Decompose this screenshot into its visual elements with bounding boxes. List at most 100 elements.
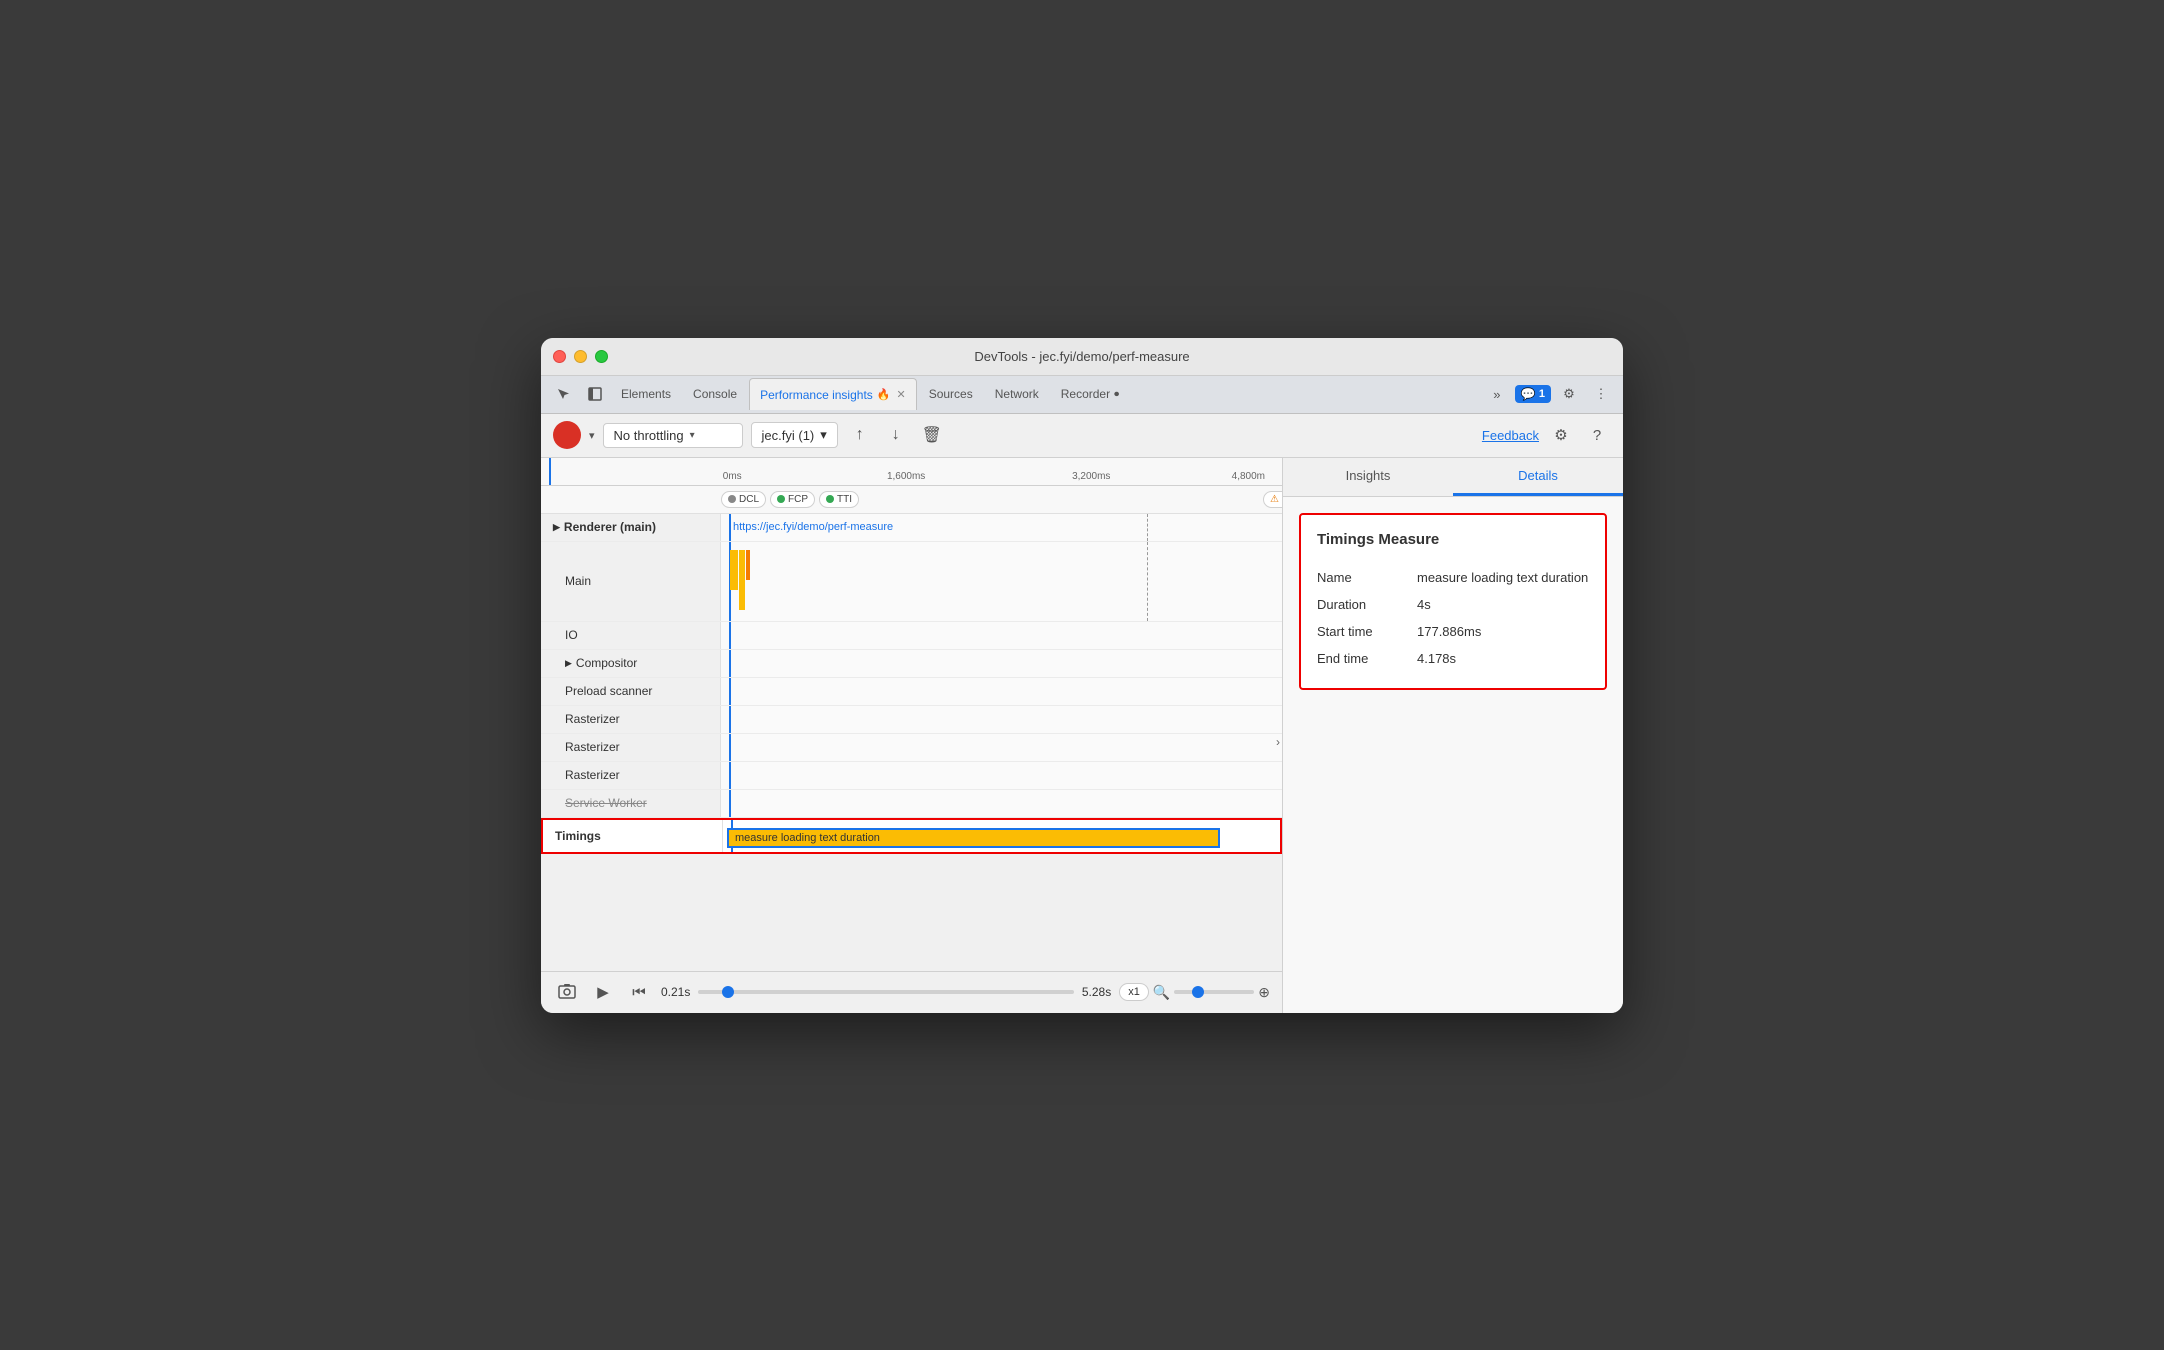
url-select[interactable]: jec.fyi (1) ▾ bbox=[751, 422, 838, 448]
detail-row-end-time: End time 4.178s bbox=[1317, 645, 1589, 672]
track-content-rasterizer-2 bbox=[721, 734, 1282, 761]
v-playhead bbox=[729, 514, 731, 541]
toolbar: ▾ No throttling ▾ jec.fyi (1) ▾ ↑ ↓ 🗑 Fe… bbox=[541, 414, 1623, 458]
track-content-preload bbox=[721, 678, 1282, 705]
compositor-expand-icon[interactable]: ▶ bbox=[565, 658, 572, 669]
track-row-rasterizer-2: Rasterizer bbox=[541, 734, 1282, 762]
zoom-slider[interactable] bbox=[1174, 990, 1254, 994]
track-label-compositor: ▶ Compositor bbox=[541, 650, 721, 677]
track-row-compositor: ▶ Compositor bbox=[541, 650, 1282, 678]
playhead bbox=[549, 458, 551, 485]
v-dashed-main bbox=[1147, 542, 1148, 621]
record-dropdown-arrow[interactable]: ▾ bbox=[589, 429, 595, 442]
window-title: DevTools - jec.fyi/demo/perf-measure bbox=[974, 349, 1189, 364]
chat-badge[interactable]: 💬 1 bbox=[1515, 385, 1551, 403]
detail-title: Timings Measure bbox=[1317, 531, 1589, 548]
track-row-rasterizer-3: Rasterizer bbox=[541, 762, 1282, 790]
track-content-renderer: https://jec.fyi/demo/perf-measure bbox=[721, 514, 1282, 541]
tab-console[interactable]: Console bbox=[683, 378, 747, 410]
help-icon[interactable]: ? bbox=[1583, 421, 1611, 449]
tab-sources[interactable]: Sources bbox=[919, 378, 983, 410]
fcp-dot bbox=[777, 495, 785, 503]
screenshot-icon[interactable] bbox=[553, 978, 581, 1006]
track-content-service-worker bbox=[721, 790, 1282, 817]
throttle-select[interactable]: No throttling ▾ bbox=[603, 423, 743, 448]
track-row-renderer: ▶ Renderer (main) https://jec.fyi/demo/p… bbox=[541, 514, 1282, 542]
time-range: 0.21s bbox=[661, 985, 690, 999]
recorder-icon: ⏺ bbox=[1114, 389, 1119, 400]
track-label-service-worker: Service Worker bbox=[541, 790, 721, 817]
traffic-lights bbox=[553, 350, 608, 363]
tab-elements[interactable]: Elements bbox=[611, 378, 681, 410]
throttle-arrow-icon: ▾ bbox=[690, 430, 695, 441]
detail-row-name: Name measure loading text duration bbox=[1317, 564, 1589, 591]
settings-icon[interactable]: ⚙ bbox=[1555, 380, 1583, 408]
track-content-compositor bbox=[721, 650, 1282, 677]
import-icon[interactable]: ↓ bbox=[882, 421, 910, 449]
url-text: https://jec.fyi/demo/perf-measure bbox=[733, 521, 893, 533]
timeline-thumb bbox=[722, 986, 734, 998]
devtools-window: DevTools - jec.fyi/demo/perf-measure Ele… bbox=[541, 338, 1623, 1013]
skip-back-icon[interactable]: ⏮ bbox=[625, 978, 653, 1006]
tab-network[interactable]: Network bbox=[985, 378, 1049, 410]
tab-insights[interactable]: Insights bbox=[1283, 458, 1453, 496]
scroll-arrow[interactable]: › bbox=[1276, 735, 1280, 749]
track-area[interactable]: ▶ Renderer (main) https://jec.fyi/demo/p… bbox=[541, 514, 1282, 971]
track-label-rasterizer-1: Rasterizer bbox=[541, 706, 721, 733]
tab-performance-insights[interactable]: Performance insights 🔥 ✕ bbox=[749, 378, 917, 410]
zoom-in-icon[interactable]: ⊕ bbox=[1258, 984, 1270, 1001]
zoom-controls: x1 🔍 ⊕ bbox=[1119, 983, 1270, 1001]
right-panel-tabs: Insights Details bbox=[1283, 458, 1623, 497]
ruler-mark-3200ms: 3,200ms bbox=[1072, 471, 1110, 482]
delete-icon[interactable]: 🗑 bbox=[918, 421, 946, 449]
milestone-bar: DCL FCP TTI ⚠ LCP bbox=[541, 486, 1282, 514]
flame-icon: 🔥 bbox=[877, 388, 891, 401]
zoom-out-icon[interactable]: 🔍 bbox=[1153, 984, 1170, 1001]
tab-details[interactable]: Details bbox=[1453, 458, 1623, 496]
export-icon[interactable]: ↑ bbox=[846, 421, 874, 449]
v-playhead-compositor bbox=[729, 650, 731, 677]
lcp-icon: ⚠ bbox=[1270, 494, 1279, 505]
tab-bar: Elements Console Performance insights 🔥 … bbox=[541, 376, 1623, 414]
title-bar: DevTools - jec.fyi/demo/perf-measure bbox=[541, 338, 1623, 376]
close-button[interactable] bbox=[553, 350, 566, 363]
track-label-rasterizer-3: Rasterizer bbox=[541, 762, 721, 789]
timings-row: Timings measure loading text duration › bbox=[541, 818, 1282, 854]
more-tabs-btn[interactable]: » bbox=[1483, 380, 1511, 408]
timeline-slider[interactable] bbox=[698, 990, 1073, 994]
track-row-main: Main bbox=[541, 542, 1282, 622]
v-playhead-rasterizer-3 bbox=[729, 762, 731, 789]
timeline-panel: 0ms 1,600ms 3,200ms 4,800m DCL FCP bbox=[541, 458, 1283, 1013]
main-bar-2 bbox=[739, 550, 745, 610]
ruler-mark-4800ms: 4,800m bbox=[1232, 471, 1265, 482]
tab-close-icon[interactable]: ✕ bbox=[896, 388, 905, 401]
panel-settings-icon[interactable]: ⚙ bbox=[1547, 421, 1575, 449]
maximize-button[interactable] bbox=[595, 350, 608, 363]
empty-space bbox=[541, 854, 1282, 884]
track-content-io bbox=[721, 622, 1282, 649]
detail-row-start-time: Start time 177.886ms bbox=[1317, 618, 1589, 645]
zoom-thumb bbox=[1192, 986, 1204, 998]
tab-recorder[interactable]: Recorder ⏺ bbox=[1051, 378, 1129, 410]
detail-card: Timings Measure Name measure loading tex… bbox=[1299, 513, 1607, 690]
main-content: 0ms 1,600ms 3,200ms 4,800m DCL FCP bbox=[541, 458, 1623, 1013]
timings-measure-bar[interactable]: measure loading text duration bbox=[727, 828, 1220, 848]
more-menu-icon[interactable]: ⋮ bbox=[1587, 380, 1615, 408]
dcl-dot bbox=[728, 495, 736, 503]
lcp-badge: ⚠ LCP bbox=[1263, 491, 1283, 508]
right-panel: Insights Details Timings Measure Name me… bbox=[1283, 458, 1623, 1013]
record-button[interactable] bbox=[553, 421, 581, 449]
bottom-controls: ▶ ⏮ 0.21s 5.28s x1 🔍 ⊕ bbox=[541, 971, 1282, 1013]
tab-bar-left bbox=[549, 380, 609, 408]
play-icon[interactable]: ▶ bbox=[589, 978, 617, 1006]
v-playhead-io bbox=[729, 622, 731, 649]
dock-icon[interactable] bbox=[581, 380, 609, 408]
right-panel-content: Timings Measure Name measure loading tex… bbox=[1283, 497, 1623, 1013]
cursor-icon[interactable] bbox=[549, 380, 577, 408]
track-label-rasterizer-2: Rasterizer bbox=[541, 734, 721, 761]
v-playhead-service-worker bbox=[729, 790, 731, 817]
timings-label: Timings bbox=[543, 820, 723, 852]
renderer-expand-icon[interactable]: ▶ bbox=[553, 522, 560, 533]
feedback-button[interactable]: Feedback bbox=[1482, 428, 1539, 443]
minimize-button[interactable] bbox=[574, 350, 587, 363]
